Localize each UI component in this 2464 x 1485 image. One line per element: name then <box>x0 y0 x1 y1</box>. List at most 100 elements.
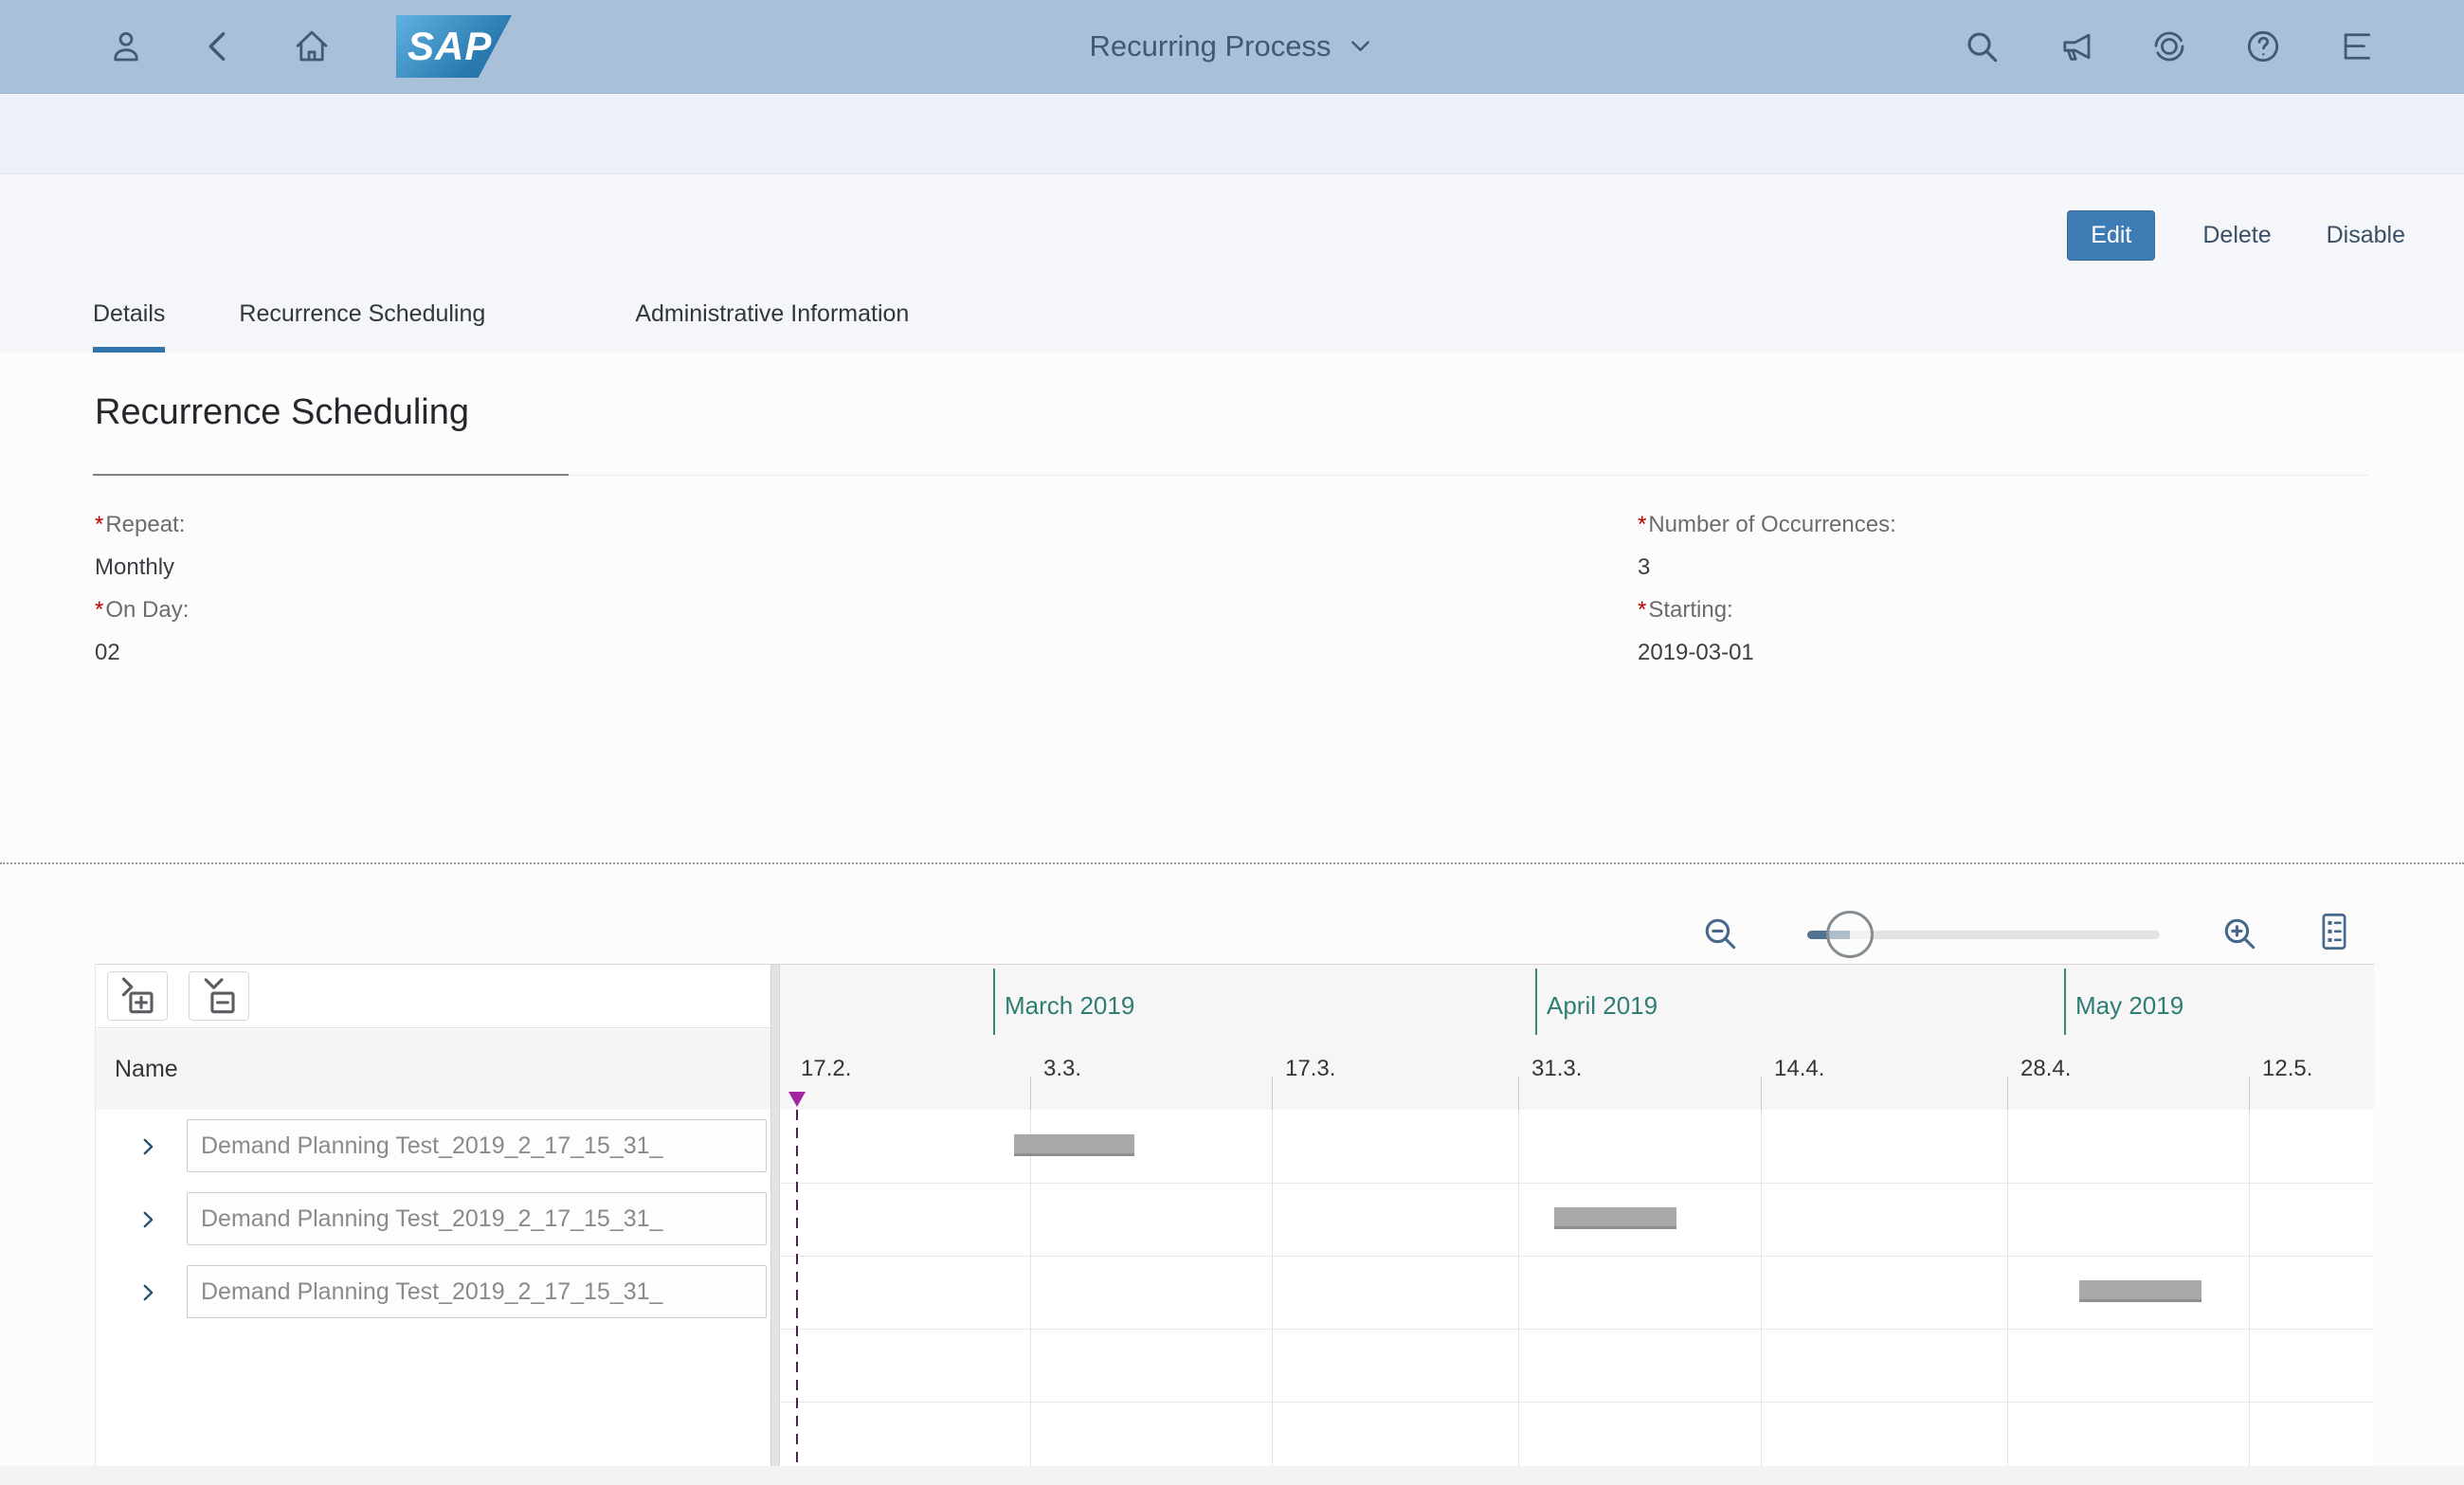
axis-tick-label: 12.5. <box>2262 1056 2313 1081</box>
row-name-input[interactable]: Demand Planning Test_2019_2_17_15_31_ <box>187 1119 767 1172</box>
object-page-header: Edit Delete Disable Details Recurrence Sc… <box>0 174 2464 353</box>
gantt-bar[interactable] <box>1014 1134 1134 1156</box>
month-label: May 2019 <box>2075 991 2184 1020</box>
section-separator <box>0 862 2464 864</box>
gantt-chart-grid <box>780 1110 2374 1466</box>
table-row <box>96 1329 771 1403</box>
edit-button[interactable]: Edit <box>2067 210 2156 261</box>
shell-left-icons: SAP <box>106 0 512 93</box>
name-column-header[interactable]: Name <box>96 1029 771 1111</box>
month-separator <box>1535 969 1537 1035</box>
chevron-down-icon <box>1346 32 1374 61</box>
header-actions: Edit Delete Disable <box>2067 210 2413 261</box>
axis-tick-label: 17.2. <box>801 1056 852 1081</box>
axis-tick-mark <box>1518 1077 1519 1110</box>
grid-line-vertical <box>1030 1110 1031 1466</box>
grid-line-horizontal <box>780 1402 2374 1403</box>
copilot-icon[interactable] <box>2149 27 2189 66</box>
expand-row-icon[interactable] <box>136 1134 160 1159</box>
gantt-table-panel: Name Demand Planning Test_2019_2_17_15_3… <box>95 965 771 1466</box>
axis-tick-mark <box>1030 1077 1031 1110</box>
field-label: *Starting: <box>1638 597 1733 623</box>
tab-administrative-information[interactable]: Administrative Information <box>635 300 909 353</box>
required-asterisk: * <box>1638 512 1647 537</box>
zoom-slider-handle[interactable] <box>1826 911 1874 958</box>
axis-tick-mark <box>2249 1077 2250 1110</box>
grid-line-horizontal <box>780 1329 2374 1330</box>
field-value: 2019-03-01 <box>1638 640 1754 665</box>
table-row: Demand Planning Test_2019_2_17_15_31_ <box>96 1110 771 1184</box>
megaphone-icon[interactable] <box>2056 27 2095 66</box>
delete-button[interactable]: Delete <box>2195 212 2278 259</box>
zoom-in-icon[interactable] <box>2219 913 2260 954</box>
month-label: April 2019 <box>1547 991 1658 1020</box>
name-column-label: Name <box>115 1056 178 1082</box>
grid-line-vertical <box>2249 1110 2250 1466</box>
required-asterisk: * <box>95 597 104 623</box>
breadcrumb-band <box>0 94 2464 174</box>
shell-header: SAP Recurring Process <box>0 0 2464 94</box>
axis-tick-label: 28.4. <box>2020 1056 2072 1081</box>
axis-tick-label: 31.3. <box>1531 1056 1583 1081</box>
month-separator <box>993 969 995 1035</box>
axis-tick-mark <box>1761 1077 1762 1110</box>
required-asterisk: * <box>1638 597 1647 623</box>
grid-line-vertical <box>1272 1110 1273 1466</box>
grid-line-vertical <box>1518 1110 1519 1466</box>
sap-logo[interactable]: SAP <box>396 15 512 78</box>
legend-icon[interactable] <box>2312 910 2356 953</box>
section-title-underline <box>93 474 569 476</box>
required-asterisk: * <box>95 512 104 537</box>
field-value: 3 <box>1638 554 1651 580</box>
tab-details[interactable]: Details <box>93 300 166 353</box>
table-row: Demand Planning Test_2019_2_17_15_31_ <box>96 1183 771 1257</box>
app-title-menu[interactable]: Recurring Process <box>1090 0 1375 93</box>
axis-tick-label: 14.4. <box>1774 1056 1825 1081</box>
collapse-all-button[interactable] <box>189 971 249 1021</box>
field-label: *On Day: <box>95 597 190 623</box>
axis-tick-label: 3.3. <box>1043 1056 1082 1081</box>
tab-strip: Details Recurrence Scheduling Administrati… <box>93 300 983 353</box>
month-label: March 2019 <box>1005 991 1135 1020</box>
axis-tick-mark <box>2007 1077 2008 1110</box>
home-icon[interactable] <box>292 27 332 66</box>
recurrence-section: Recurrence Scheduling *Repeat: Monthly *On… <box>0 353 2464 863</box>
table-row: Demand Planning Test_2019_2_17_15_31_ <box>96 1256 771 1330</box>
grid-line-horizontal <box>780 1183 2374 1184</box>
notes-icon[interactable] <box>2337 27 2377 66</box>
gantt-chart-panel: March 2019 April 2019 May 2019 17.2. 3.3. 17.… <box>780 965 2374 1466</box>
expand-all-button[interactable] <box>107 971 168 1021</box>
tab-recurrence-scheduling[interactable]: Recurrence Scheduling <box>239 300 485 353</box>
expand-row-icon[interactable] <box>136 1280 160 1305</box>
field-label: *Number of Occurrences: <box>1638 512 1896 537</box>
section-title: Recurrence Scheduling <box>95 392 470 432</box>
field-label: *Repeat: <box>95 512 186 537</box>
axis-tick-label: 17.3. <box>1285 1056 1336 1081</box>
help-icon[interactable] <box>2243 27 2283 66</box>
grid-line-horizontal <box>780 1256 2374 1257</box>
row-name-input[interactable]: Demand Planning Test_2019_2_17_15_31_ <box>187 1192 767 1245</box>
field-value: 02 <box>95 640 120 665</box>
field-value: Monthly <box>95 554 175 580</box>
shell-right-icons <box>1962 0 2377 93</box>
expand-row-icon[interactable] <box>136 1207 160 1232</box>
gantt-table-toolbar <box>96 965 771 1028</box>
gantt-bar[interactable] <box>1554 1207 1676 1229</box>
gantt-table-rows: Demand Planning Test_2019_2_17_15_31_ Dem… <box>96 1110 771 1466</box>
gantt-splitter[interactable] <box>770 965 780 1466</box>
disable-button[interactable]: Disable <box>2319 212 2413 259</box>
person-icon[interactable] <box>106 27 146 66</box>
today-marker-icon <box>788 1092 806 1107</box>
axis-tick-mark <box>1272 1077 1273 1110</box>
zoom-out-icon[interactable] <box>1699 913 1741 954</box>
page-bottom <box>0 1466 2464 1485</box>
app-title: Recurring Process <box>1089 29 1332 63</box>
gantt-bar[interactable] <box>2079 1280 2201 1302</box>
search-icon[interactable] <box>1962 27 2002 66</box>
row-name-input[interactable]: Demand Planning Test_2019_2_17_15_31_ <box>187 1265 767 1318</box>
table-row <box>96 1402 771 1466</box>
month-separator <box>2064 969 2066 1035</box>
today-line <box>796 1110 798 1466</box>
back-icon[interactable] <box>199 27 239 66</box>
grid-line-vertical <box>2007 1110 2008 1466</box>
